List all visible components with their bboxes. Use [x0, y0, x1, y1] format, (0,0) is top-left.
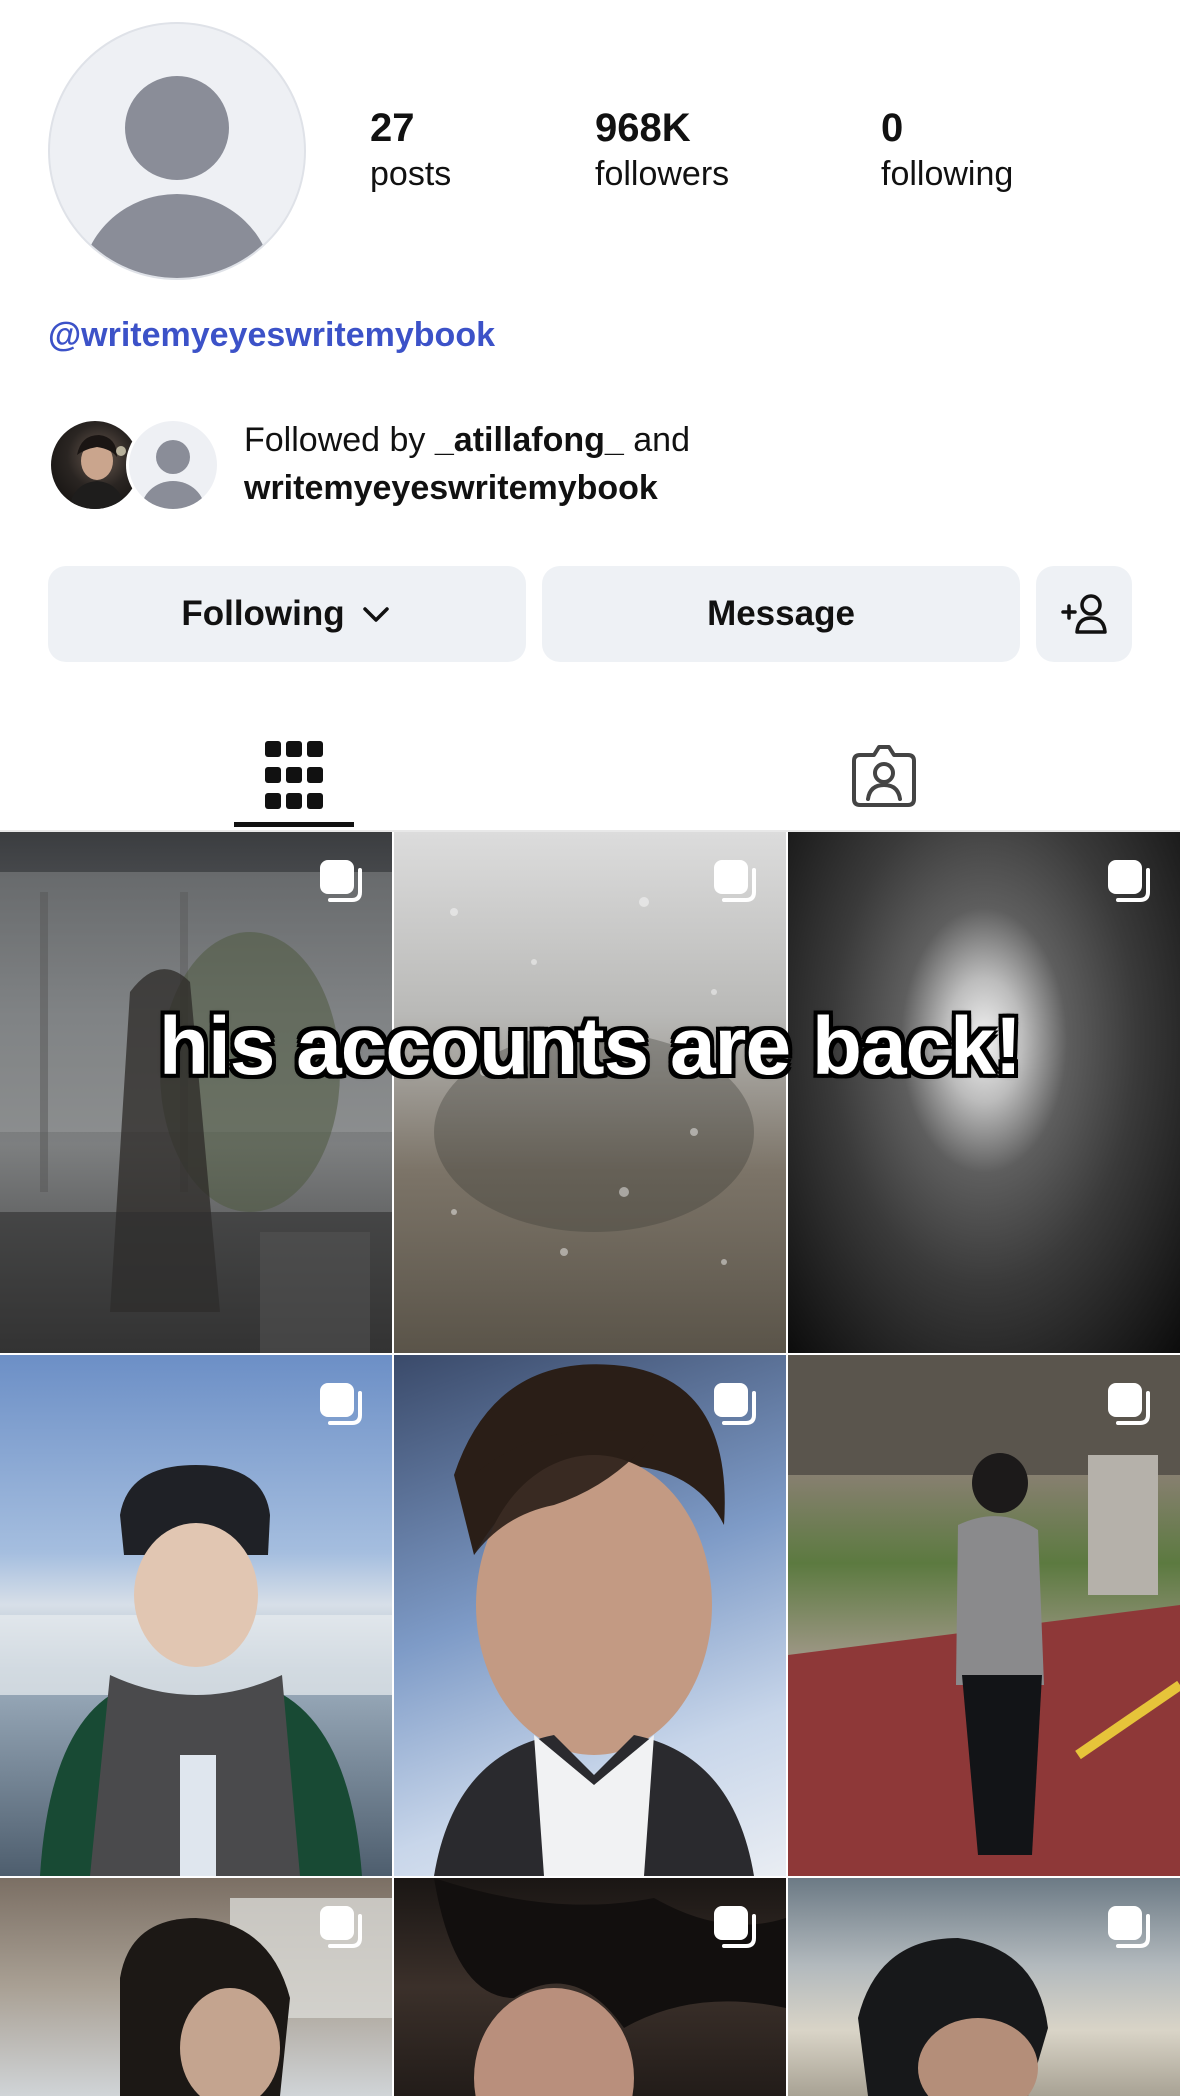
profile-avatar[interactable] — [48, 22, 306, 280]
mutual-avatar-2 — [126, 418, 220, 512]
followed-by-user-2[interactable]: writemyeyeswritemybook — [244, 469, 658, 507]
carousel-icon — [714, 860, 756, 902]
profile-tabs — [0, 700, 1180, 832]
carousel-icon — [320, 860, 362, 902]
tab-grid[interactable] — [234, 730, 354, 820]
post-thumbnail[interactable] — [788, 1878, 1180, 2096]
following-label: following — [881, 155, 1014, 193]
message-button-label: Message — [707, 594, 855, 633]
default-person-icon — [141, 440, 205, 509]
following-button-label: Following — [181, 594, 345, 633]
following-button[interactable]: Following — [48, 566, 526, 662]
followed-by-prefix: Followed by — [244, 421, 435, 459]
overlay-caption: his accounts are back! — [158, 1001, 1022, 1092]
chevron-down-icon — [362, 607, 389, 622]
profile-handle-link[interactable]: @writemyeyeswritemybook — [48, 316, 495, 355]
tagged-person-icon — [852, 745, 916, 807]
post-image — [0, 1465, 392, 1876]
tab-tagged[interactable] — [824, 730, 944, 820]
followers-stat[interactable]: 968K followers — [595, 104, 729, 196]
post-thumbnail[interactable] — [0, 1878, 392, 2096]
post-thumbnail[interactable] — [788, 1355, 1180, 1876]
post-thumbnail[interactable] — [394, 1878, 786, 2096]
carousel-icon — [1108, 860, 1150, 902]
active-tab-indicator — [234, 822, 354, 827]
post-image — [788, 1355, 1180, 1876]
add-person-icon — [1061, 594, 1107, 634]
carousel-icon — [714, 1906, 756, 1948]
followers-label: followers — [595, 155, 730, 193]
message-button[interactable]: Message — [542, 566, 1020, 662]
post-image — [434, 1364, 754, 1876]
followed-by-text[interactable]: Followed by _atillafong_ and writemyeyes… — [244, 416, 690, 512]
post-thumbnail[interactable] — [394, 1355, 786, 1876]
posts-stat[interactable]: 27 posts — [370, 104, 451, 196]
followed-by-joiner: and — [623, 421, 690, 459]
following-stat[interactable]: 0 following — [881, 104, 1013, 196]
followed-by-avatars[interactable] — [48, 418, 224, 514]
suggest-people-button[interactable] — [1036, 566, 1132, 662]
posts-label: posts — [370, 155, 452, 193]
default-person-icon — [81, 76, 273, 278]
followers-count: 968K — [595, 106, 691, 150]
carousel-icon — [1108, 1383, 1150, 1425]
carousel-icon — [1108, 1906, 1150, 1948]
followed-by-user-1[interactable]: _atillafong_ — [435, 421, 624, 459]
posts-count: 27 — [370, 106, 415, 150]
post-thumbnail[interactable] — [0, 1355, 392, 1876]
following-count: 0 — [881, 106, 904, 150]
grid-icon — [265, 741, 323, 809]
carousel-icon — [320, 1906, 362, 1948]
carousel-icon — [714, 1383, 756, 1425]
carousel-icon — [320, 1383, 362, 1425]
